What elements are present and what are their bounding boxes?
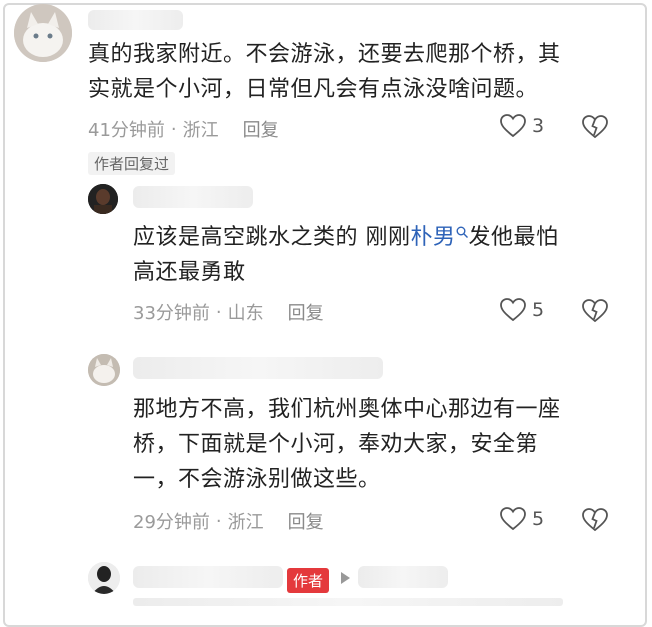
- comment-location: 山东: [227, 303, 264, 324]
- author-replied-tag: 作者回复过: [88, 152, 176, 175]
- avatar-cat[interactable]: [14, 4, 72, 62]
- dislike-button[interactable]: [582, 299, 608, 327]
- username-blurred: [133, 357, 383, 379]
- comment-text-line: 那地方不高，我们杭州奥体中心那边有一座: [133, 397, 561, 422]
- comment-text-line: 实就是个小河，日常但凡会有点泳没啥问题。: [88, 77, 539, 102]
- comment-time: 41分钟前: [88, 120, 165, 141]
- comment-text-part: 应该是高空跳水之类的 刚刚: [133, 225, 411, 250]
- comment-location: 浙江: [182, 120, 219, 141]
- play-arrow-icon: [341, 572, 350, 584]
- search-icon: [456, 226, 468, 238]
- username-blurred: [88, 10, 183, 30]
- dislike-button[interactable]: [582, 508, 608, 536]
- author-badge: 作者: [287, 568, 330, 593]
- reply-button[interactable]: 回复: [243, 116, 279, 142]
- like-button[interactable]: 5: [500, 507, 544, 531]
- comment-time: 33分钟前: [133, 303, 210, 324]
- comment-text-part: 发他最怕: [468, 225, 559, 250]
- comment-time: 29分钟前: [133, 512, 210, 533]
- mention-link-text: 朴男: [410, 225, 456, 250]
- like-button[interactable]: 3: [500, 114, 544, 138]
- avatar-dark[interactable]: [88, 184, 118, 214]
- mention-link[interactable]: 朴男: [411, 225, 469, 250]
- heart-icon: [500, 507, 526, 531]
- username-blurred: [133, 566, 283, 588]
- username-blurred: [133, 186, 253, 208]
- dislike-button[interactable]: [582, 115, 608, 143]
- comment-text-blurred: [133, 598, 563, 606]
- comment-location: 浙江: [227, 512, 264, 533]
- broken-heart-icon: [582, 508, 608, 532]
- separator-dot: ·: [215, 301, 222, 323]
- broken-heart-icon: [582, 115, 608, 139]
- like-count: 5: [532, 508, 545, 530]
- comment-text-line: 高还最勇敢: [133, 260, 246, 285]
- separator-dot: ·: [170, 118, 177, 140]
- comment-meta: 41分钟前 · 浙江 回复: [88, 116, 279, 142]
- comment-meta: 33分钟前 · 山东 回复: [133, 299, 324, 325]
- comment-meta: 29分钟前 · 浙江 回复: [133, 508, 324, 534]
- heart-icon: [500, 114, 526, 138]
- comment-text-line: 桥，下面就是个小河，奉劝大家，安全第: [133, 432, 539, 457]
- comment-text-line: 真的我家附近。不会游泳，还要去爬那个桥，其: [88, 42, 561, 67]
- reply-button[interactable]: 回复: [288, 299, 324, 325]
- comment-text-line: 一，不会游泳别做这些。: [133, 467, 381, 492]
- like-count: 5: [532, 299, 545, 321]
- comment-text-line: 应该是高空跳水之类的 刚刚朴男 发他最怕: [133, 220, 559, 255]
- like-button[interactable]: 5: [500, 298, 544, 322]
- broken-heart-icon: [582, 299, 608, 323]
- reply-button[interactable]: 回复: [288, 508, 324, 534]
- reply-to-blurred: [358, 566, 448, 588]
- avatar-cat[interactable]: [88, 354, 120, 386]
- separator-dot: ·: [215, 510, 222, 532]
- heart-icon: [500, 298, 526, 322]
- avatar-author[interactable]: [88, 562, 120, 594]
- like-count: 3: [532, 115, 545, 137]
